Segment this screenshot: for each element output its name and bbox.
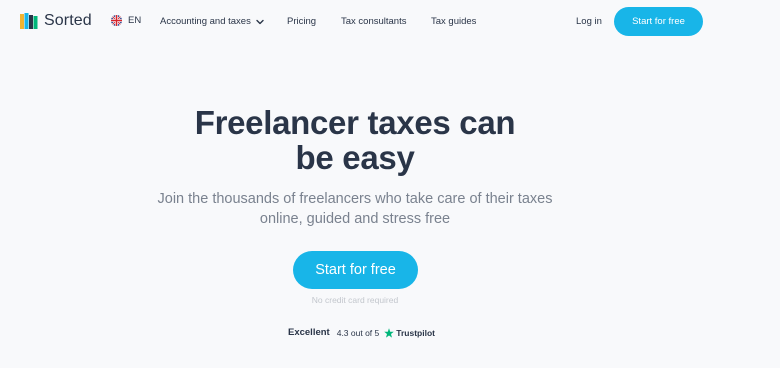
trustpilot-rating[interactable]: Excellent 4.3 out of 5 Trustpilot bbox=[288, 327, 435, 338]
trustpilot-score: 4.3 out of 5 bbox=[336, 327, 380, 338]
trustpilot-brand: Trustpilot bbox=[396, 327, 435, 338]
hero-title-line2: be easy bbox=[295, 139, 415, 176]
header: Sorted EN Accounting and taxes Pricing T… bbox=[0, 0, 780, 44]
page: Sorted EN Accounting and taxes Pricing T… bbox=[0, 0, 780, 368]
logo-text: Sorted bbox=[44, 12, 92, 29]
header-start-button[interactable]: Start for free bbox=[614, 7, 703, 36]
hero-start-button[interactable]: Start for free bbox=[293, 251, 418, 289]
uk-flag-icon bbox=[111, 15, 122, 26]
nav-accounting-label: Accounting and taxes bbox=[160, 16, 251, 27]
no-credit-card-note: No credit card required bbox=[311, 295, 399, 305]
trustpilot-rating-word: Excellent bbox=[288, 327, 330, 338]
sorted-logo-icon bbox=[20, 12, 38, 29]
nav-pricing[interactable]: Pricing bbox=[287, 16, 316, 27]
language-selector[interactable]: EN bbox=[111, 15, 141, 26]
logo[interactable]: Sorted bbox=[20, 12, 92, 30]
trustpilot-star-icon bbox=[384, 327, 395, 338]
hero-subtitle-line1: Join the thousands of freelancers who ta… bbox=[157, 191, 553, 207]
hero-title-line1: Freelancer taxes can bbox=[194, 104, 516, 141]
login-link[interactable]: Log in bbox=[576, 16, 602, 27]
hero-subtitle-line2: online, guided and stress free bbox=[259, 211, 451, 227]
hero-subtitle: Join the thousands of freelancers who ta… bbox=[150, 189, 560, 229]
hero-title: Freelancer taxes can be easy bbox=[160, 105, 550, 175]
chevron-down-icon bbox=[256, 19, 264, 24]
nav-tax-consultants[interactable]: Tax consultants bbox=[341, 16, 406, 27]
language-label: EN bbox=[128, 15, 142, 26]
nav-tax-guides[interactable]: Tax guides bbox=[431, 16, 476, 27]
nav-accounting-and-taxes[interactable]: Accounting and taxes bbox=[160, 16, 264, 27]
